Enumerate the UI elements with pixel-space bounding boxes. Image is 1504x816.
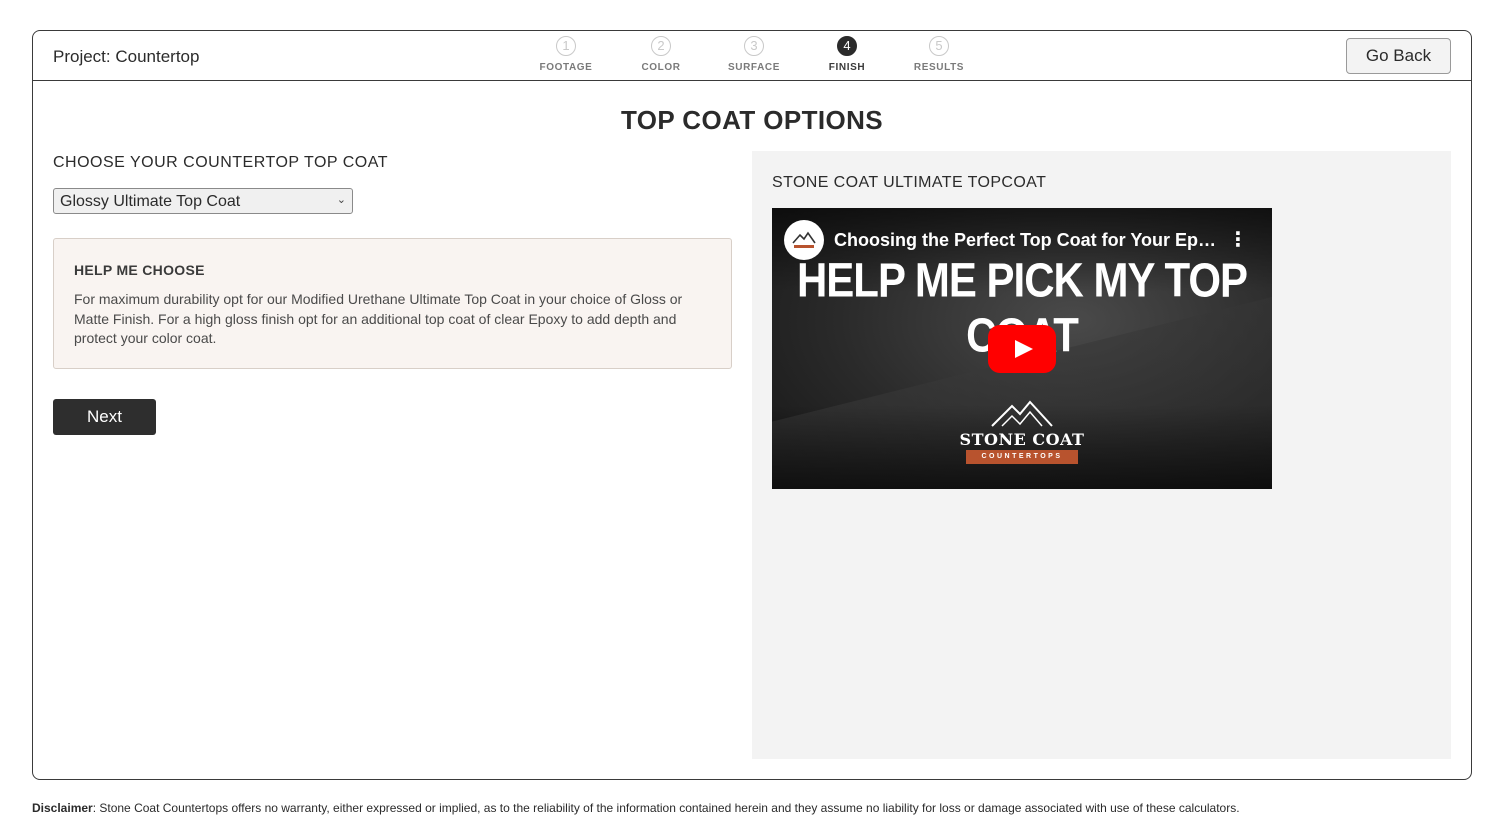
play-button[interactable] (988, 325, 1056, 373)
brand-logo-band: COUNTERTOPS (966, 450, 1078, 464)
select-value: Glossy Ultimate Top Coat (60, 193, 241, 210)
help-me-choose-box: HELP ME CHOOSE For maximum durability op… (53, 238, 732, 369)
page-title: TOP COAT OPTIONS (620, 105, 884, 135)
top-bar: Project: Countertop 1 FOOTAGE 2 COLOR 3 … (33, 31, 1471, 81)
step-footage[interactable]: 1 FOOTAGE (521, 36, 611, 73)
step-results[interactable]: 5 RESULTS (894, 36, 984, 73)
brand-logo-text: STONE COAT (959, 430, 1085, 449)
progress-stepper: 1 FOOTAGE 2 COLOR 3 SURFACE 4 FINISH 5 R… (33, 36, 1471, 78)
disclaimer-text: : Stone Coat Countertops offers no warra… (92, 801, 1240, 815)
video-title[interactable]: Choosing the Perfect Top Coat for Your E… (834, 230, 1224, 251)
step-number: 4 (837, 36, 857, 56)
stone-coat-logo-icon (792, 231, 816, 248)
mountain-logo-icon (991, 400, 1053, 427)
panel-title: STONE COAT ULTIMATE TOPCOAT (772, 174, 1047, 191)
youtube-video-embed[interactable]: Choosing the Perfect Top Coat for Your E… (772, 208, 1272, 489)
chevron-down-icon: ⌄ (336, 194, 346, 206)
top-coat-select[interactable]: Glossy Ultimate Top Coat ⌄ (53, 188, 353, 214)
step-label: FOOTAGE (539, 62, 593, 73)
step-number: 2 (651, 36, 671, 56)
step-label: RESULTS (913, 62, 965, 73)
step-number: 1 (556, 36, 576, 56)
next-button[interactable]: Next (53, 399, 156, 435)
step-surface[interactable]: 3 SURFACE (709, 36, 799, 73)
step-finish[interactable]: 4 FINISH (802, 36, 892, 73)
choose-top-coat-label: CHOOSE YOUR COUNTERTOP TOP COAT (53, 154, 388, 171)
step-color[interactable]: 2 COLOR (616, 36, 706, 73)
step-label: FINISH (828, 62, 866, 73)
step-label: SURFACE (728, 62, 780, 73)
disclaimer: Disclaimer: Stone Coat Countertops offer… (32, 801, 1240, 815)
step-number: 3 (744, 36, 764, 56)
video-panel: STONE COAT ULTIMATE TOPCOAT Choosing the… (752, 151, 1451, 759)
disclaimer-label: Disclaimer (32, 801, 93, 815)
calculator-frame: Project: Countertop 1 FOOTAGE 2 COLOR 3 … (32, 30, 1472, 780)
go-back-button[interactable]: Go Back (1346, 38, 1451, 74)
step-number: 5 (929, 36, 949, 56)
help-text: For maximum durability opt for our Modif… (74, 291, 683, 346)
more-options-icon[interactable]: ⋮ (1228, 230, 1248, 250)
step-label: COLOR (641, 62, 681, 73)
help-title: HELP ME CHOOSE (74, 262, 205, 278)
